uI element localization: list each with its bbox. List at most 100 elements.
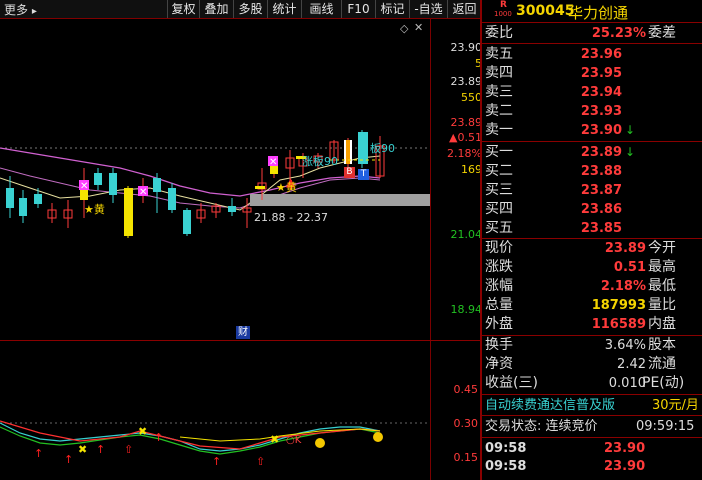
stat-right-label: 今开 [648,240,676,256]
stat-value: 0.51 [613,260,646,275]
stat-right-label: PE(动) [642,375,685,391]
subscription-ad[interactable]: 自动续费通达信普及版 30元/月 [482,396,702,415]
statistics-button[interactable]: 统计 [267,0,301,18]
trade-status-row: 交易状态: 连续竞价 09:59:15 [482,417,702,436]
stat-label: 总量 [485,297,513,313]
multi-stock-button[interactable]: 多股 [233,0,267,18]
f10-button[interactable]: F10 [341,0,375,18]
trade-status-label: 交易状态: 连续竞价 [485,419,598,434]
tick-time: 09:58 [485,441,527,456]
indicator-axis-label: 0.45 [453,383,479,396]
more-menu-button[interactable]: 更多 ▸ [4,1,37,18]
sell-row[interactable]: 卖四 23.95 [482,64,702,83]
stat-label: 净资 [485,356,513,372]
svg-text:✖: ✖ [78,443,87,456]
indicator-chart[interactable]: ↑ ↑ ↑ ⇧ ↑ ↑ ⇧ ✖ ✖ ✖ ○K 0.45 0.30 0.15 [0,341,480,480]
finance-marker[interactable]: 财 [236,326,250,339]
svg-text:○K: ○K [286,435,302,446]
t-marker[interactable]: T [358,169,369,180]
overlay-button[interactable]: 叠加 [199,0,233,18]
svg-text:✖: ✖ [270,433,279,446]
buy-label: 买五 [485,220,513,236]
sell-price: 23.93 [580,104,622,119]
sell-label: 卖二 [485,103,513,119]
stat-row: 涨跌 0.51 最高 [482,258,702,277]
price-chart[interactable]: ◇ ✕ ✕ ✕ ✕ 21.88 - 22.37 ★黄 ★黄 涨板90 板90 B… [0,18,483,341]
buy-row[interactable]: 买四 23.86 [482,200,702,219]
stat-row: 收益(三) 0.010 PE(动) [482,374,702,393]
stat-label: 换手 [485,337,513,353]
sell-row[interactable]: 卖五 23.96 [482,45,702,64]
buy-price: 23.85 [580,221,622,236]
price-axis-label: 2.18% [447,147,482,160]
tick-price: 23.90 [604,441,646,456]
stat-label: 收益(三) [485,375,538,391]
divider [482,437,702,438]
ad-price: 30元/月 [652,398,699,413]
weicha-label: 委差 [648,25,676,41]
svg-text:✖: ✖ [138,425,147,438]
weibi-label: 委比 [485,25,513,41]
buy-row[interactable]: 买一 23.89 ↓ [482,143,702,162]
stock-name[interactable]: 华力创通 [568,2,628,23]
stat-right-label: 最高 [648,259,676,275]
sell-row[interactable]: 卖一 23.90 ↓ [482,121,702,140]
divider [482,141,702,142]
price-axis-label: 18.94 [450,303,483,316]
sell-label: 卖三 [485,84,513,100]
svg-text:↑: ↑ [212,455,221,468]
stat-value: 3.64% [604,338,646,353]
ad-text: 自动续费通达信普及版 [485,398,616,413]
buy-row[interactable]: 买五 23.85 [482,219,702,238]
chart-toolbar: 更多 ▸ 复权 叠加 多股 统计 画线 F10 标记 -自选 返回 [0,0,481,19]
divider [482,415,702,416]
divider [482,394,702,395]
more-label: 更多 [4,3,29,17]
stat-row: 净资 2.42 流通 [482,355,702,374]
back-button[interactable]: 返回 [447,0,481,18]
buy-row[interactable]: 买二 23.88 [482,162,702,181]
remove-watchlist-button[interactable]: -自选 [409,0,447,18]
tick-time: 09:58 [485,459,527,474]
sell-row[interactable]: 卖二 23.93 [482,102,702,121]
arrow-down-icon: ↓ [625,123,636,137]
price-axis-label: 23.89 [450,116,483,129]
buy-label: 买一 [485,144,513,160]
price-range-label: 21.88 - 22.37 [254,211,328,224]
tick-row: 09:58 23.90 [482,439,702,458]
tick-price: 23.90 [604,459,646,474]
fuquan-button[interactable]: 复权 [167,0,199,18]
svg-text:↑: ↑ [34,447,43,460]
arrow-down-icon: ↓ [625,145,636,159]
stat-value: 0.010 [608,376,646,391]
sell-label: 卖五 [485,46,513,62]
svg-text:↑: ↑ [64,453,73,466]
stat-row: 外盘 116589 内盘 [482,315,702,334]
quote-panel: R 1000 300045 华力创通 委比 25.23% 委差 卖五 23.96… [482,0,702,480]
buy-row[interactable]: 买三 23.87 [482,181,702,200]
stat-label: 涨幅 [485,278,513,294]
weibi-row: 委比 25.23% 委差 [482,24,702,43]
buy-price: 23.86 [580,202,622,217]
buy-marker[interactable]: B [344,167,355,178]
stat-value: 2.42 [617,357,646,372]
svg-text:✕: ✕ [269,157,277,168]
stat-label: 现价 [485,240,513,256]
sell-price: 23.94 [580,85,622,100]
limit-annotation: 板90 [370,142,395,155]
chevron-right-icon: ▸ [31,6,37,17]
draw-line-button[interactable]: 画线 [301,0,341,18]
sell-label: 卖四 [485,65,513,81]
buy-price: 23.87 [580,183,622,198]
stat-value: 187993 [591,298,646,313]
stat-row: 现价 23.89 今开 [482,239,702,258]
sell-label: 卖一 [485,122,513,138]
stat-value: 116589 [591,317,646,332]
price-axis-label: 21.04 [450,228,483,241]
weibi-value: 25.23% [591,26,646,41]
mark-button[interactable]: 标记 [375,0,409,18]
sell-row[interactable]: 卖三 23.94 [482,83,702,102]
stat-right-label: 内盘 [648,316,676,332]
sell-price: 23.95 [580,66,622,81]
stock-code[interactable]: 300045 [516,3,574,19]
